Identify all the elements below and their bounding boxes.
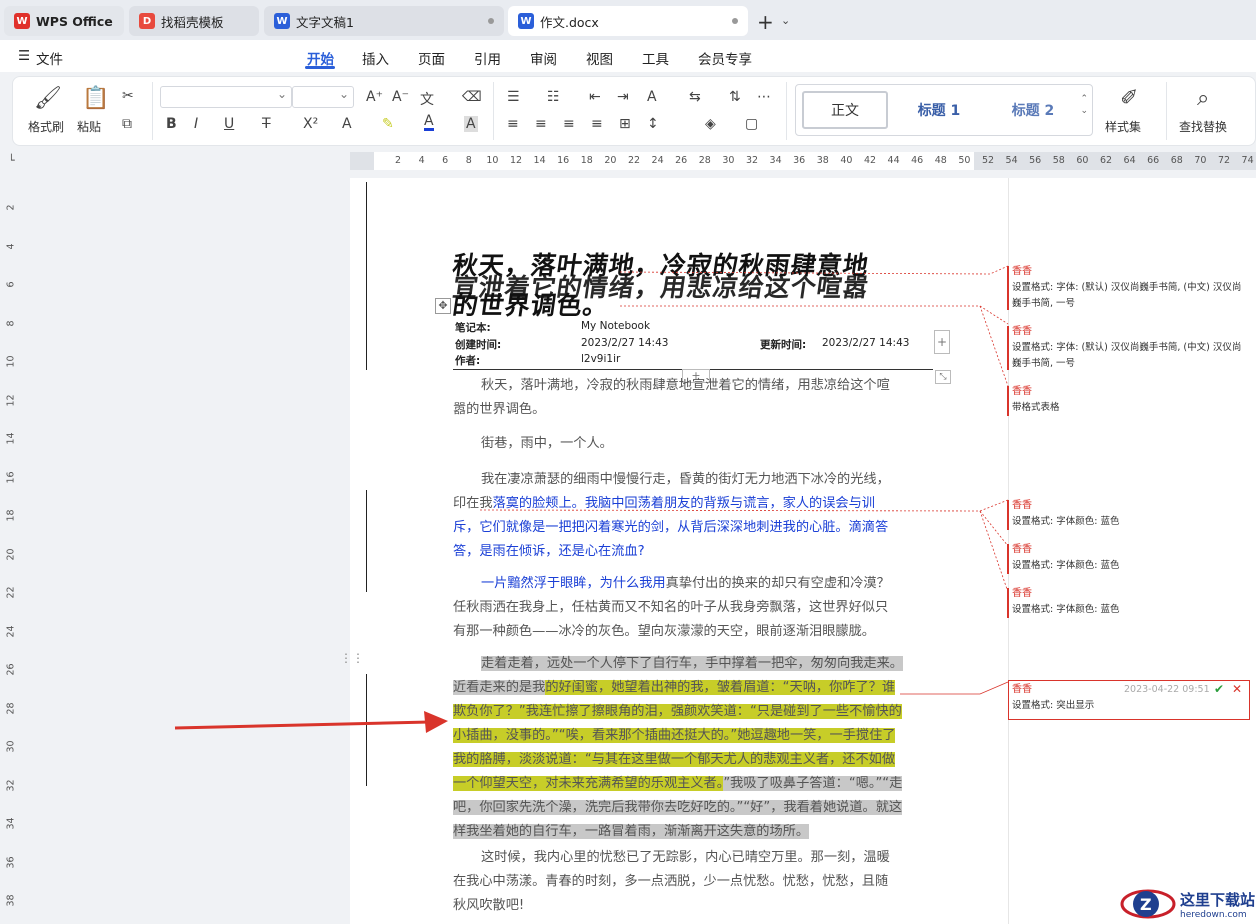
comment-time: 2023-04-22 09:51 [1124,684,1210,695]
comment-1[interactable]: 香香 设置格式: 字体: (默认) 汉仪尚巍手书简, (中文) 汉仪尚巍手书简,… [1012,264,1248,312]
comment-text: 设置格式: 字体: (默认) 汉仪尚巍手书简, (中文) 汉仪尚巍手书简, 一号 [1012,282,1242,309]
comment-author: 香香 [1012,266,1032,277]
comment-author: 香香 [1012,544,1032,555]
watermark-url: heredown.com [1180,909,1247,920]
heredown-logo-icon: Z [1120,889,1176,919]
watermark-title: 这里下载站 [1180,890,1256,909]
accept-change-icon[interactable]: ✔ [1214,682,1224,696]
comment-text: 设置格式: 字体: (默认) 汉仪尚巍手书简, (中文) 汉仪尚巍手书简, 一号 [1012,342,1242,369]
comment-text: 设置格式: 字体颜色: 蓝色 [1012,604,1120,615]
comment-author: 香香 [1012,326,1032,337]
comment-text: 设置格式: 突出显示 [1012,700,1095,711]
comment-text: 设置格式: 字体颜色: 蓝色 [1012,560,1120,571]
svg-text:Z: Z [1140,895,1152,914]
comment-4[interactable]: 香香 设置格式: 字体颜色: 蓝色 [1012,498,1248,530]
comment-2[interactable]: 香香 设置格式: 字体: (默认) 汉仪尚巍手书简, (中文) 汉仪尚巍手书简,… [1012,324,1248,372]
comment-text: 设置格式: 字体颜色: 蓝色 [1012,516,1120,527]
comment-6[interactable]: 香香 设置格式: 字体颜色: 蓝色 [1012,586,1248,618]
comment-3[interactable]: 香香 带格式表格 [1012,384,1248,416]
site-watermark: Z 这里下载站 heredown.com [1120,884,1255,924]
reject-change-icon[interactable]: ✕ [1232,682,1242,696]
comment-author: 香香 [1012,386,1032,397]
comment-author: 香香 [1012,588,1032,599]
annotation-overlay [174,265,1009,733]
comment-5[interactable]: 香香 设置格式: 字体颜色: 蓝色 [1012,542,1248,574]
comment-author: 香香 [1012,500,1032,511]
comment-text: 带格式表格 [1012,402,1060,413]
